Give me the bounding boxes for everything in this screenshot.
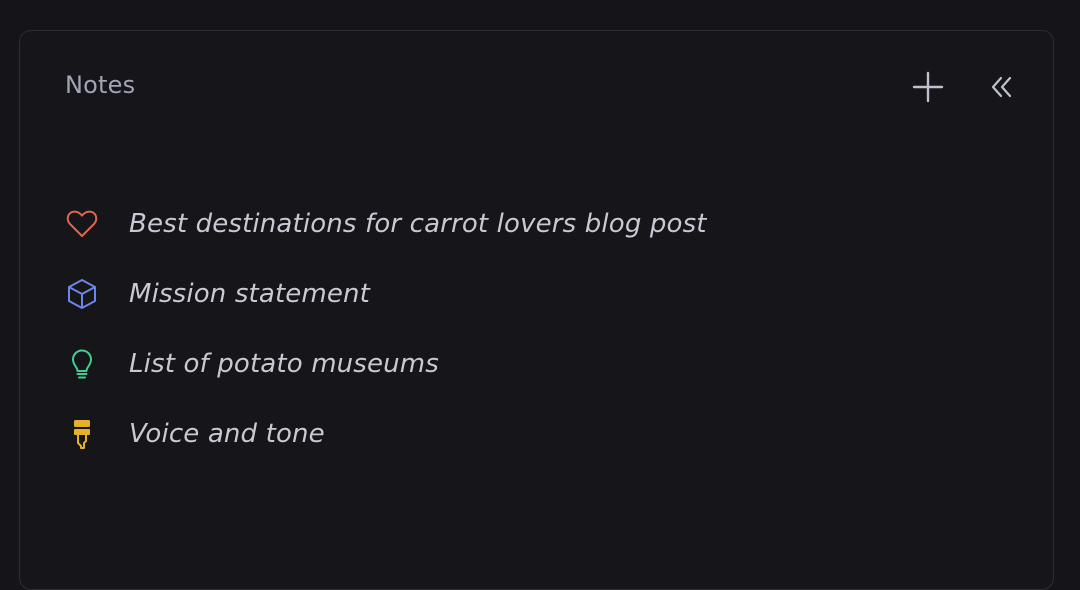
cube-icon [65, 275, 103, 313]
note-label: Best destinations for carrot lovers blog… [129, 209, 707, 239]
lightbulb-icon [65, 345, 103, 383]
add-note-button[interactable] [908, 67, 948, 107]
notes-list: Best destinations for carrot lovers blog… [65, 179, 707, 479]
panel-header: Notes [20, 31, 1053, 141]
plus-icon [912, 71, 944, 103]
note-label: List of potato museums [129, 349, 439, 379]
note-label: Mission statement [129, 279, 371, 309]
panel-title: Notes [65, 71, 136, 99]
heart-icon [65, 205, 103, 243]
note-item-voice-and-tone[interactable]: Voice and tone [65, 389, 707, 479]
collapse-panel-button[interactable] [981, 67, 1021, 107]
notes-panel: Notes Best destinations for carrot lover… [19, 30, 1054, 590]
brush-icon [65, 415, 103, 453]
note-label: Voice and tone [129, 419, 325, 449]
chevrons-left-icon [991, 76, 1012, 98]
